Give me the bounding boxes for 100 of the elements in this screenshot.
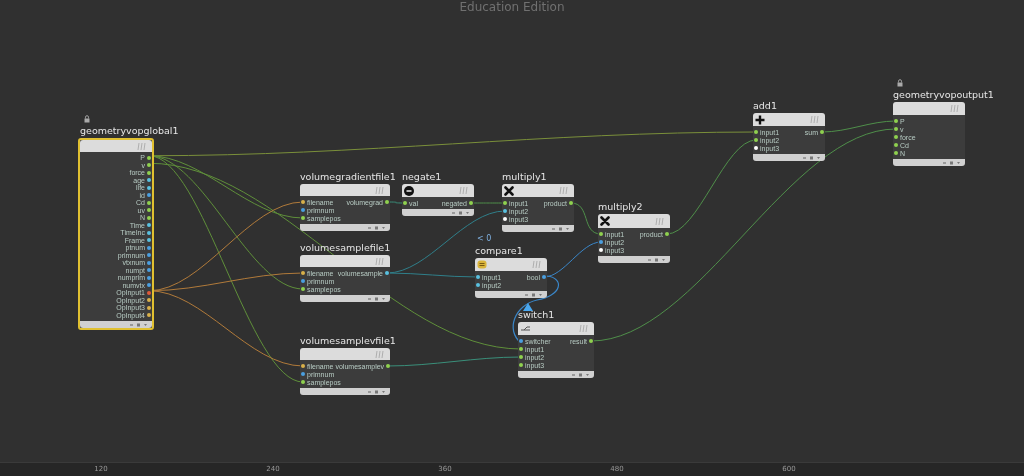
flag-icons: [130, 322, 148, 327]
multiply-icon: [600, 216, 610, 226]
output-port[interactable]: [147, 185, 151, 190]
input-port[interactable]: [301, 279, 305, 283]
output-port[interactable]: [147, 223, 151, 228]
node-title[interactable]: multiply2: [598, 200, 643, 214]
input-port[interactable]: [754, 130, 758, 134]
node-title[interactable]: geometryvopglobal1: [80, 124, 179, 138]
stripes-icon: [374, 185, 386, 195]
input-port[interactable]: [403, 201, 407, 205]
node-title[interactable]: volumegradientfile1: [300, 170, 396, 184]
input-port[interactable]: [894, 127, 898, 131]
node-title[interactable]: add1: [753, 99, 777, 113]
output-port[interactable]: [147, 163, 151, 168]
plus-icon: [755, 114, 765, 125]
input-port[interactable]: [599, 248, 603, 252]
output-port[interactable]: [385, 200, 389, 204]
input-port[interactable]: [599, 240, 603, 244]
node-title[interactable]: volumesamplefile1: [300, 241, 391, 255]
flag-icons: [368, 296, 386, 301]
input-port[interactable]: [301, 271, 305, 275]
input-port[interactable]: [476, 275, 480, 279]
input-port[interactable]: [519, 355, 523, 359]
flag-icons: [452, 210, 470, 215]
node-title[interactable]: negate1: [402, 170, 442, 184]
node-title[interactable]: geometryvopoutput1: [893, 88, 994, 102]
output-port[interactable]: [147, 253, 151, 258]
stripes-icon: [458, 186, 470, 195]
multiply-icon: [504, 185, 514, 196]
flag-icons: [368, 225, 386, 230]
input-port[interactable]: [301, 200, 305, 204]
minus-circle-icon: [404, 185, 414, 196]
node-title[interactable]: compare1: [475, 244, 523, 258]
stripes-icon: [136, 141, 148, 151]
node-title[interactable]: volumesamplevfile1: [300, 334, 396, 348]
output-port[interactable]: [386, 364, 391, 368]
output-port[interactable]: [147, 305, 151, 310]
stripes-icon: [654, 216, 666, 226]
input-port[interactable]: [894, 151, 898, 155]
stripes-icon: [374, 349, 386, 359]
input-port[interactable]: [519, 347, 523, 351]
input-port[interactable]: [503, 217, 507, 221]
stripes-icon: [578, 324, 590, 333]
flag-icons: [648, 257, 666, 262]
input-port[interactable]: [301, 380, 305, 384]
output-port[interactable]: [147, 275, 151, 280]
compare-icon: [477, 260, 487, 269]
input-port[interactable]: [894, 119, 898, 123]
output-port[interactable]: [469, 201, 473, 205]
output-port[interactable]: [147, 200, 151, 205]
stripes-icon: [531, 260, 543, 269]
output-port[interactable]: [147, 298, 151, 303]
output-port[interactable]: [147, 313, 151, 318]
stripes-icon: [374, 256, 386, 266]
output-port[interactable]: [147, 170, 151, 175]
input-port[interactable]: [894, 135, 898, 139]
input-port[interactable]: [754, 146, 758, 150]
node-title[interactable]: switch1: [518, 308, 555, 322]
node-title[interactable]: multiply1: [502, 170, 547, 184]
input-port[interactable]: [599, 232, 603, 236]
input-port[interactable]: [301, 372, 305, 376]
input-port[interactable]: [476, 283, 480, 287]
output-port[interactable]: [820, 130, 824, 134]
flag-icons: [552, 226, 570, 231]
output-port[interactable]: [147, 245, 151, 250]
input-port[interactable]: [894, 143, 898, 147]
output-port[interactable]: [147, 208, 151, 213]
stripes-icon: [809, 115, 821, 124]
input-port[interactable]: [301, 208, 305, 212]
output-port[interactable]: [147, 290, 151, 295]
input-port[interactable]: [519, 363, 523, 367]
output-port[interactable]: [147, 193, 151, 198]
node-comment: < 0: [476, 234, 492, 244]
output-port[interactable]: [665, 232, 669, 236]
output-port[interactable]: [147, 155, 151, 160]
output-port[interactable]: [569, 201, 573, 205]
switch-icon: [520, 325, 531, 332]
triangle-marker-icon: [523, 303, 533, 311]
output-port[interactable]: [147, 283, 151, 288]
output-port[interactable]: [147, 215, 151, 220]
input-port[interactable]: [301, 216, 305, 220]
input-port[interactable]: [754, 138, 758, 142]
output-port[interactable]: [147, 230, 151, 235]
input-port[interactable]: [503, 209, 507, 213]
output-port[interactable]: [589, 339, 593, 343]
input-port[interactable]: [301, 287, 305, 291]
output-port[interactable]: [147, 238, 151, 243]
input-port[interactable]: [519, 339, 523, 343]
stripes-icon: [949, 104, 961, 113]
flag-icons: [525, 292, 543, 297]
flag-icons: [572, 372, 590, 377]
output-port[interactable]: [147, 178, 151, 183]
input-port[interactable]: [301, 364, 305, 368]
flag-icons: [368, 389, 386, 394]
flag-icons: [943, 160, 961, 165]
output-port[interactable]: [147, 260, 151, 265]
output-port[interactable]: [147, 268, 151, 273]
stripes-icon: [558, 186, 570, 195]
input-port[interactable]: [503, 201, 507, 205]
flag-icons: [803, 155, 821, 160]
